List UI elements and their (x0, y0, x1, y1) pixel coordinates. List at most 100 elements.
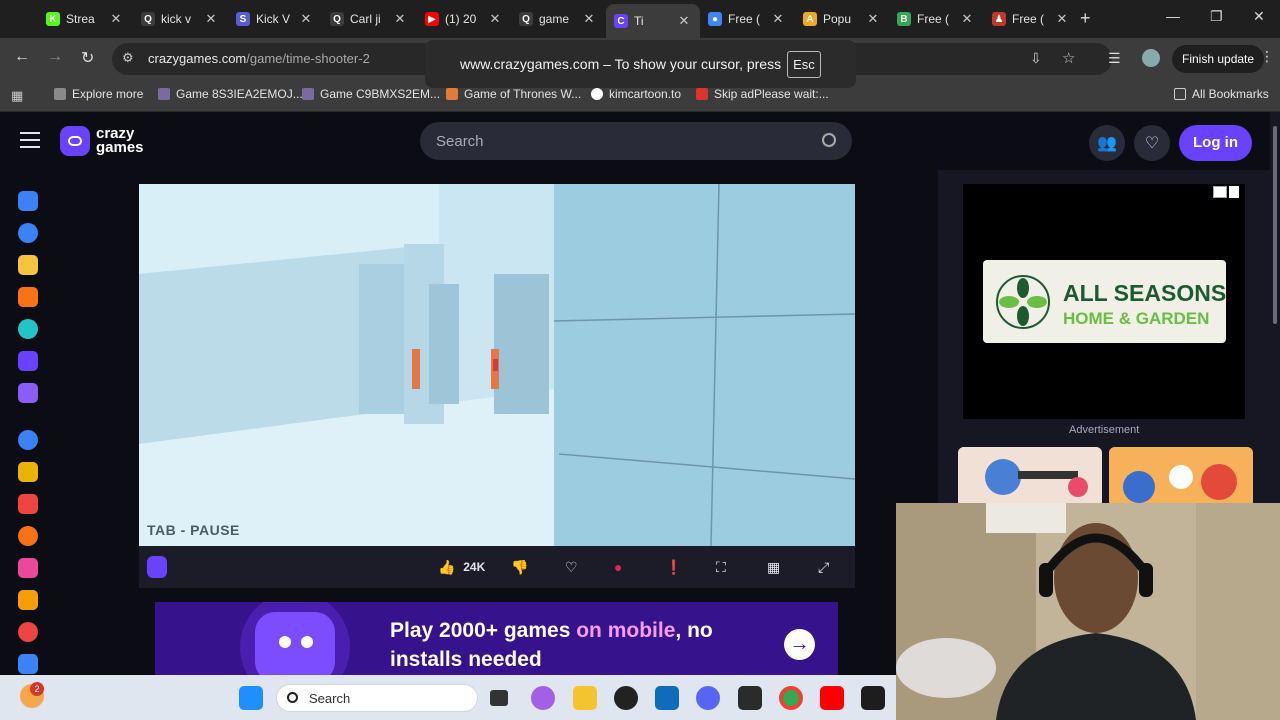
reload-icon[interactable]: ↻ (81, 48, 94, 68)
tab-close-icon[interactable]: ✕ (581, 11, 597, 27)
bookmark-item[interactable]: kimcartoon.to (591, 87, 681, 101)
clicker-icon[interactable] (18, 654, 38, 674)
multiplayer-icon[interactable] (18, 383, 38, 403)
outlook-icon[interactable] (655, 686, 679, 710)
tab-close-icon[interactable]: ✕ (959, 11, 975, 27)
advertisement-label: Advertisement (1069, 424, 1140, 436)
car-icon[interactable] (18, 590, 38, 610)
beauty-icon[interactable] (18, 558, 38, 578)
browser-tab[interactable]: Qgame ✕ (511, 6, 605, 32)
arrow-right-icon[interactable]: → (784, 629, 815, 660)
file-explorer-icon[interactable] (573, 686, 597, 710)
tab-favicon-icon: A (803, 12, 817, 26)
browser-tab[interactable]: B Free (✕ (889, 6, 983, 32)
hamburger-menu-icon[interactable] (20, 132, 40, 148)
tab-close-icon[interactable]: ✕ (1054, 11, 1070, 27)
site-search-input[interactable]: Search (420, 122, 852, 160)
bookmark-star-icon[interactable]: ☆ (1062, 49, 1075, 67)
browser-tab[interactable]: Qkick v ✕ (133, 6, 227, 32)
ad-brand-text: ALL SEASONS HOME & GARDEN (1063, 281, 1226, 331)
restore-icon[interactable]: ❐ (1210, 8, 1223, 25)
browser-tab[interactable]: ● Free (✕ (700, 6, 794, 32)
crazygames-logo[interactable]: crazy games (60, 126, 144, 156)
minimize-icon[interactable]: — (1166, 8, 1180, 24)
fullscreen-icon[interactable]: ⤢ (818, 556, 829, 578)
close-window-icon[interactable]: ✕ (1253, 8, 1265, 25)
basketball-icon[interactable] (18, 526, 38, 546)
audio-app-icon[interactable] (738, 686, 762, 710)
discord-icon[interactable] (696, 686, 720, 710)
task-view-icon[interactable] (490, 690, 508, 706)
action-icon[interactable] (18, 462, 38, 482)
crazygames-mini-logo-icon[interactable] (147, 556, 167, 578)
bookmark-item[interactable]: Explore more (54, 87, 143, 101)
tab-close-icon[interactable]: ✕ (865, 11, 881, 27)
tab-title: Strea (66, 12, 95, 26)
tab-close-icon[interactable]: ✕ (392, 11, 408, 27)
bookmark-item[interactable]: Game of Thrones W... (446, 87, 581, 101)
bookmark-item[interactable]: Game C9BMXS2EM... (302, 87, 440, 101)
bookmark-item[interactable]: Skip adPlease wait:... (696, 87, 829, 101)
theater-mode-icon[interactable]: ▦ (767, 556, 780, 578)
chrome-icon[interactable] (779, 686, 803, 710)
forward-icon[interactable]: → (47, 48, 63, 66)
finish-update-button[interactable]: Finish update (1172, 45, 1265, 73)
tab-close-icon[interactable]: ✕ (676, 13, 692, 29)
back-icon[interactable]: ← (14, 48, 30, 66)
browser-tab[interactable]: A Popu ✕ (795, 6, 889, 32)
bookmark-label: Explore more (72, 87, 144, 101)
browser-tab[interactable]: ▶ (1) 20 ✕ (417, 6, 511, 32)
scrollbar-thumb[interactable] (1273, 126, 1277, 324)
tab-close-icon[interactable]: ✕ (487, 11, 503, 27)
browser-tab[interactable]: C Ti ✕ (606, 4, 700, 38)
tab-close-icon[interactable]: ✕ (203, 11, 219, 27)
banner-line1-highlight: on mobile (576, 619, 676, 642)
tab-close-icon[interactable]: ✕ (770, 11, 786, 27)
game-thumbnail[interactable] (958, 447, 1102, 507)
site-info-icon[interactable]: ⚙ (122, 50, 134, 66)
home-icon[interactable] (18, 191, 38, 211)
copilot-icon[interactable] (531, 686, 555, 710)
tab-close-icon[interactable]: ✕ (298, 11, 314, 27)
bookmark-item[interactable]: Game 8S3IEA2EMOJ... (158, 87, 303, 101)
favorites-heart-icon[interactable]: ♡ (1134, 125, 1170, 161)
favorite-heart-icon[interactable]: ♡ (565, 556, 578, 578)
game-canvas[interactable] (139, 184, 855, 546)
windows-start-icon[interactable] (239, 686, 263, 710)
originals-icon[interactable] (18, 351, 38, 371)
friends-icon[interactable]: 👥 (1089, 125, 1125, 161)
two-player-icon[interactable] (18, 430, 38, 450)
thumbs-up-icon: 👍 (438, 558, 456, 575)
profile-avatar[interactable] (1142, 49, 1160, 67)
browser-tab[interactable]: Q Carl ji ✕ (322, 6, 416, 32)
tab-close-icon[interactable]: ✕ (108, 11, 124, 27)
browser-tab[interactable]: ♟ Free (✕ (984, 6, 1078, 32)
browser-tab[interactable]: K Strea ✕ (38, 6, 132, 32)
ad-close-icon[interactable] (1229, 186, 1239, 198)
trending-icon[interactable] (18, 287, 38, 307)
new-tab-button[interactable]: + (1080, 8, 1091, 29)
recent-icon[interactable] (18, 223, 38, 243)
like-button[interactable]: 👍 24K (438, 556, 485, 578)
all-bookmarks[interactable]: All Bookmarks (1174, 87, 1269, 101)
browser-tab[interactable]: S Kick V ✕ (228, 6, 322, 32)
game-thumbnail[interactable] (1109, 447, 1253, 507)
updated-icon[interactable] (18, 319, 38, 339)
login-button[interactable]: Log in (1179, 125, 1252, 161)
thumbs-down-icon[interactable]: 👎 (511, 556, 528, 578)
share-icon[interactable]: ● (614, 556, 622, 578)
card-icon[interactable] (18, 622, 38, 642)
embed-icon[interactable]: ⛶ (716, 556, 726, 578)
obs-icon[interactable] (614, 686, 638, 710)
taskbar-search[interactable]: Search (276, 684, 478, 712)
new-icon[interactable] (18, 255, 38, 275)
youtube-icon[interactable] (820, 686, 844, 710)
search-icon[interactable] (822, 133, 836, 147)
starred-app-icon[interactable] (861, 686, 885, 710)
apps-grid-icon[interactable]: ▦ (11, 88, 23, 104)
reading-list-icon[interactable]: ☰ (1108, 50, 1121, 67)
report-icon[interactable]: ❗ (665, 556, 682, 578)
adventure-icon[interactable] (18, 494, 38, 514)
adchoices-icon[interactable] (1213, 186, 1227, 198)
install-app-icon[interactable]: ⇩ (1030, 50, 1042, 67)
